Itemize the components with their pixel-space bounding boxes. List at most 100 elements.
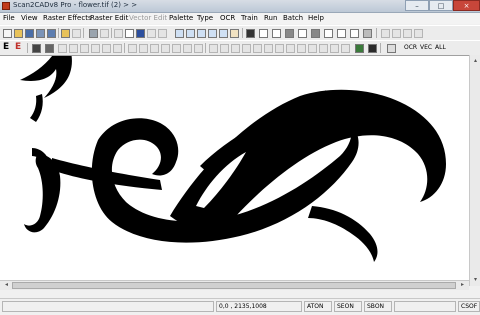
extend-tool-icon[interactable] [150,44,159,53]
properties-icon[interactable] [337,29,346,38]
close-image-icon[interactable] [72,29,81,38]
smooth-tool-icon[interactable] [275,44,284,53]
arc-tool-icon[interactable] [69,44,78,53]
menu-raster-effects[interactable]: Raster Effects [43,14,92,22]
pen-color-icon[interactable] [368,44,377,53]
scale-tool-icon[interactable] [220,44,229,53]
bw-toggle-icon[interactable] [311,29,320,38]
zoom-actual-icon[interactable] [219,29,228,38]
line-tool-icon[interactable] [58,44,67,53]
menu-raster-edit[interactable]: Raster Edit [90,14,128,22]
help-topics-icon[interactable] [381,29,390,38]
scroll-right-arrow-icon[interactable]: ▸ [458,281,467,289]
raster-layer-icon[interactable] [272,29,281,38]
deskew-icon[interactable] [330,44,339,53]
menu-train[interactable]: Train [241,14,258,22]
zoom-out-icon[interactable] [186,29,195,38]
brush-icon[interactable] [45,44,54,53]
text-tool-icon[interactable] [113,44,122,53]
scroll-left-arrow-icon[interactable]: ◂ [2,281,11,289]
scroll-up-arrow-icon[interactable]: ▴ [471,57,480,65]
vec-button[interactable]: VEC [420,44,432,51]
window-title: Scan2CADv8 Pro - flower.tif (2) > > [13,1,138,9]
whats-this-icon[interactable] [392,29,401,38]
all-button[interactable]: ALL [435,44,446,51]
polyline-tool-icon[interactable] [102,44,111,53]
zoom-window-icon[interactable] [197,29,206,38]
status-message [2,301,214,312]
open-vector-icon[interactable] [61,29,70,38]
registration-icon[interactable] [414,29,423,38]
measure-icon[interactable] [308,44,317,53]
view-eye-icon[interactable] [136,29,145,38]
menu-file[interactable]: File [3,14,15,22]
maximize-button[interactable]: □ [429,0,453,11]
fill-tool-icon[interactable] [172,44,181,53]
menu-run[interactable]: Run [264,14,277,22]
open-icon[interactable] [14,29,23,38]
toolbar-separator [205,43,206,53]
horizontal-scrollbar[interactable]: ◂ ▸ [0,280,469,290]
break-tool-icon[interactable] [253,44,262,53]
edit-toolbar: E E OCR VEC ALL [0,40,480,56]
menu-batch[interactable]: Batch [283,14,303,22]
pick-raster-icon[interactable] [158,29,167,38]
stretch-tool-icon[interactable] [231,44,240,53]
cut-tool-icon[interactable] [128,44,137,53]
offset-tool-icon[interactable] [242,44,251,53]
move-tool-icon[interactable] [209,44,218,53]
menu-type[interactable]: Type [197,14,213,22]
trim-tool-icon[interactable] [139,44,148,53]
save-icon[interactable] [25,29,34,38]
rectangle-tool-icon[interactable] [91,44,100,53]
status-seon: SEON [334,301,362,312]
horizontal-scroll-thumb[interactable] [12,282,456,289]
print-icon[interactable] [89,29,98,38]
show-vector-icon[interactable] [259,29,268,38]
ocr-button[interactable]: OCR [404,44,417,51]
zoom-in-icon[interactable] [175,29,184,38]
image-canvas[interactable] [0,36,469,280]
crop-icon[interactable] [319,44,328,53]
vertical-scrollbar[interactable]: ▴ ▾ [469,55,480,286]
new-icon[interactable] [3,29,12,38]
show-raster-icon[interactable] [246,29,255,38]
menu-palette[interactable]: Palette [169,14,193,22]
settings-icon[interactable] [363,29,372,38]
save-vector-icon[interactable] [47,29,56,38]
edit-mode-e-button[interactable]: E [3,43,9,52]
explode-tool-icon[interactable] [264,44,273,53]
vector-layer-icon[interactable] [285,29,294,38]
erase-mode-e-button[interactable]: E [15,43,21,52]
snap-icon[interactable] [297,44,306,53]
rotate-tool-icon[interactable] [194,44,203,53]
menu-view[interactable]: View [21,14,38,22]
color-pick-icon[interactable] [355,44,364,53]
menu-help[interactable]: Help [308,14,324,22]
flower-raster-image [20,36,446,262]
zoom-extents-icon[interactable] [208,29,217,38]
pencil-icon[interactable] [32,44,41,53]
despeckle-icon[interactable] [341,44,350,53]
overlay-icon[interactable] [298,29,307,38]
menu-vector-edit[interactable]: Vector Edit [129,14,167,22]
mirror-tool-icon[interactable] [183,44,192,53]
node-edit-icon[interactable] [286,44,295,53]
circle-tool-icon[interactable] [80,44,89,53]
pick-vector-icon[interactable] [147,29,156,38]
undo-icon[interactable] [114,29,123,38]
join-tool-icon[interactable] [161,44,170,53]
menu-ocr[interactable]: OCR [220,14,235,22]
minimize-button[interactable]: – [405,0,429,11]
close-button[interactable]: × [453,0,480,11]
pan-hand-icon[interactable] [230,29,239,38]
layers-icon[interactable] [350,29,359,38]
convert-icon[interactable] [387,44,396,53]
scroll-down-arrow-icon[interactable]: ▾ [471,276,480,284]
about-icon[interactable] [403,29,412,38]
menu-bar: File View Raster Effects Raster Edit Vec… [0,13,480,24]
save-as-icon[interactable] [36,29,45,38]
select-arrow-icon[interactable] [125,29,134,38]
grid-icon[interactable] [324,29,333,38]
copy-icon[interactable] [100,29,109,38]
